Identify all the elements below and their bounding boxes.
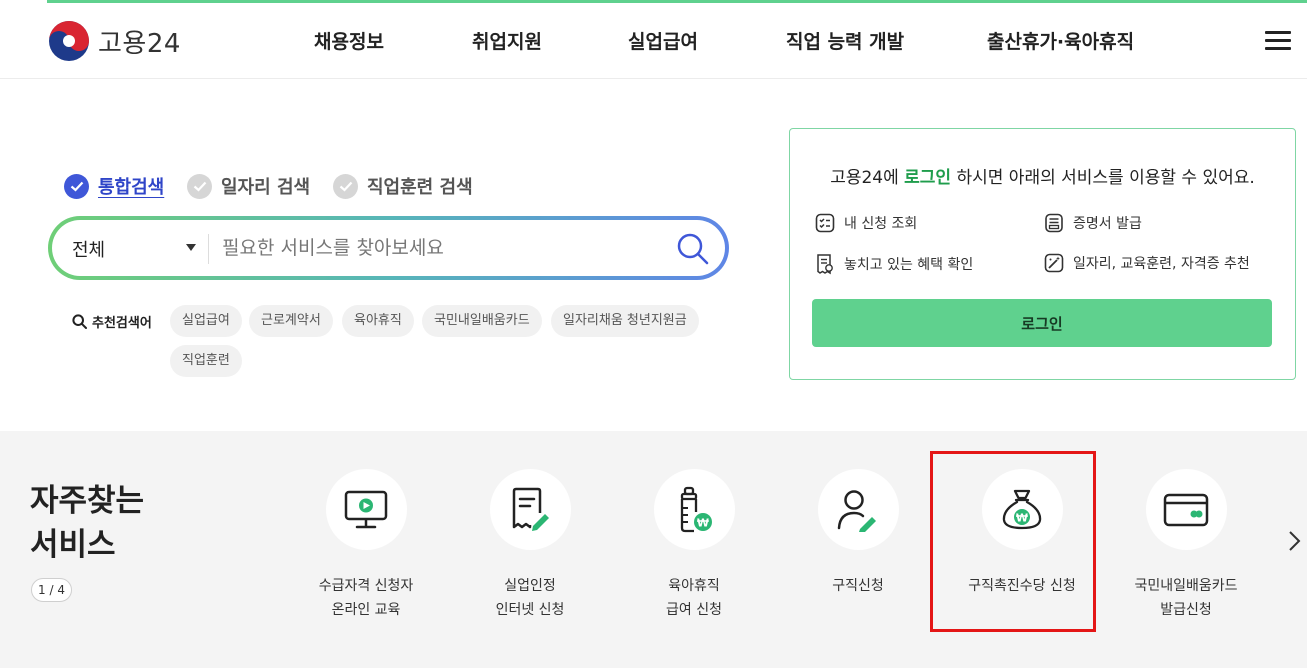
search-input[interactable] (222, 230, 662, 266)
service-label-line: 육아휴직 (668, 578, 720, 594)
nav-item-parental-leave[interactable]: 출산휴가·육아휴직 (987, 27, 1134, 54)
service-icon-circle (489, 469, 571, 550)
keyword-chip[interactable]: 육아휴직 (342, 305, 414, 337)
section-title-line: 서비스 (30, 527, 116, 563)
monitor-play-icon (344, 490, 388, 528)
baby-bottle-won-icon: ₩ (680, 486, 712, 532)
divider (208, 234, 209, 264)
person-pen-icon (837, 489, 876, 532)
taegeuk-logo-icon (49, 21, 89, 61)
nav-item-unemployment-benefit[interactable]: 실업급여 (628, 27, 698, 54)
feature-label: 증명서 발급 (1073, 216, 1142, 232)
search-icon[interactable] (676, 232, 710, 266)
login-card: 고용24에 로그인 하시면 아래의 서비스를 이용할 수 있어요. 내 신청 조… (789, 128, 1296, 380)
chevron-right-icon[interactable] (1287, 530, 1301, 552)
checklist-icon (815, 213, 835, 233)
highlight-box (930, 451, 1096, 632)
feature-recommendations: 일자리, 교육훈련, 자격증 추천 (1044, 253, 1250, 273)
card-icon (1163, 493, 1209, 526)
login-button[interactable]: 로그인 (812, 299, 1272, 347)
service-label-line: 국민내일배움카드 (1134, 578, 1238, 594)
tab-label: 일자리 검색 (221, 177, 311, 198)
tab-label: 직업훈련 검색 (367, 177, 473, 198)
service-label-line: 인터넷 신청 (495, 602, 565, 618)
service-icon-circle (817, 469, 899, 550)
check-circle-icon (187, 173, 212, 199)
title-highlight: 로그인 (904, 168, 952, 188)
section-title: 자주찾는 서비스 (30, 479, 144, 567)
slide-pager: 1 / 4 (31, 578, 72, 602)
service-job-application[interactable]: 구직신청 (783, 469, 933, 598)
title-suffix: 하시면 아래의 서비스를 이용할 수 있어요. (951, 168, 1255, 188)
logo-text: 고용24 (98, 28, 181, 59)
search-scope-select[interactable]: 전체 (72, 236, 105, 262)
login-card-title: 고용24에 로그인 하시면 아래의 서비스를 이용할 수 있어요. (790, 163, 1295, 188)
certificate-icon (1045, 213, 1063, 233)
service-icon-circle (1145, 469, 1227, 550)
feature-my-applications: 내 신청 조회 (815, 213, 917, 233)
tab-integrated-search[interactable]: 통합검색 (64, 173, 164, 199)
tab-label: 통합검색 (98, 177, 165, 198)
service-label-line: 수급자격 신청자 (318, 578, 414, 594)
check-circle-icon (333, 173, 358, 199)
check-circle-icon (64, 173, 89, 199)
service-label-line: 급여 신청 (666, 602, 722, 618)
nav-item-skills-development[interactable]: 직업 능력 개발 (786, 27, 904, 54)
recommended-keywords-label: 추천검색어 (72, 312, 152, 331)
frequent-services-section: 자주찾는 서비스 1 / 4 수급자격 신청자 온라인 교육 실업인정 인터넷 … (0, 431, 1307, 668)
receipt-search-icon (817, 254, 833, 275)
service-label: 육아휴직 급여 신청 (619, 574, 769, 622)
site-logo[interactable]: 고용24 (48, 20, 181, 62)
search-small-icon (72, 314, 87, 329)
service-online-education[interactable]: 수급자격 신청자 온라인 교육 (291, 469, 441, 622)
feature-missed-benefits: 놓치고 있는 혜택 확인 (815, 253, 973, 275)
section-title-line: 자주찾는 (30, 483, 145, 519)
service-label-line: 실업인정 (504, 578, 556, 594)
keyword-chip[interactable]: 일자리채움 청년지원금 (551, 305, 699, 337)
service-learning-card[interactable]: 국민내일배움카드 발급신청 (1111, 469, 1261, 622)
caret-down-icon[interactable] (186, 244, 196, 251)
feature-label: 내 신청 조회 (844, 216, 918, 232)
document-pen-icon (512, 487, 549, 531)
nav-item-jobs[interactable]: 채용정보 (314, 27, 384, 54)
svg-text:₩: ₩ (697, 516, 709, 529)
search-box: 전체 (48, 216, 729, 280)
service-label: 수급자격 신청자 온라인 교육 (291, 574, 441, 622)
tab-job-search[interactable]: 일자리 검색 (187, 173, 310, 199)
service-label: 국민내일배움카드 발급신청 (1111, 574, 1261, 622)
recommend-label-text: 추천검색어 (92, 316, 152, 331)
keyword-chip[interactable]: 직업훈련 (170, 345, 242, 377)
service-label: 실업인정 인터넷 신청 (455, 574, 605, 622)
service-icon-circle (325, 469, 407, 550)
feature-label: 일자리, 교육훈련, 자격증 추천 (1073, 256, 1250, 272)
keyword-chip[interactable]: 근로계약서 (249, 305, 333, 337)
service-label: 구직신청 (783, 574, 933, 598)
nav-item-employment-support[interactable]: 취업지원 (472, 27, 542, 54)
tab-training-search[interactable]: 직업훈련 검색 (333, 173, 473, 199)
service-label-line: 구직신청 (832, 578, 884, 594)
site-header: 고용24 채용정보 취업지원 실업급여 직업 능력 개발 출산휴가·육아휴직 (0, 3, 1307, 79)
menu-hamburger-icon[interactable] (1265, 31, 1291, 51)
service-parental-leave-benefit[interactable]: ₩ 육아휴직 급여 신청 (619, 469, 769, 622)
service-unemployment-recognition[interactable]: 실업인정 인터넷 신청 (455, 469, 605, 622)
title-prefix: 고용24에 (830, 168, 905, 188)
service-label-line: 온라인 교육 (331, 602, 401, 618)
feature-label: 놓치고 있는 혜택 확인 (844, 257, 974, 273)
service-icon-circle: ₩ (653, 469, 735, 550)
feature-certificate: 증명서 발급 (1044, 213, 1142, 233)
service-label-line: 발급신청 (1160, 602, 1212, 618)
keyword-chip[interactable]: 국민내일배움카드 (422, 305, 542, 337)
keyword-chip[interactable]: 실업급여 (170, 305, 242, 337)
magic-wand-icon (1044, 253, 1064, 273)
